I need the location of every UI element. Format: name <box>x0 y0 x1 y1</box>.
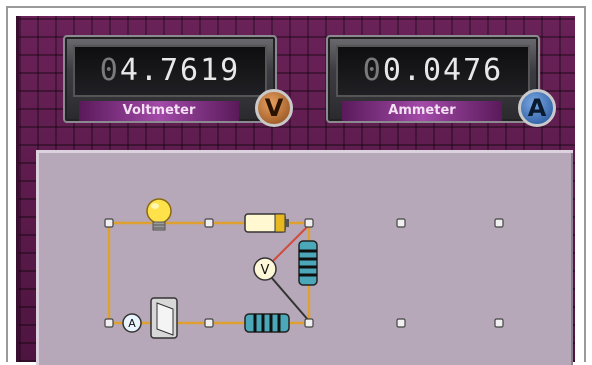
voltmeter-badge-icon: V <box>255 89 293 127</box>
voltmeter-panel: 04.7619 Voltmeter V <box>63 35 293 131</box>
terminal-post[interactable] <box>304 318 314 328</box>
voltmeter-label: Voltmeter <box>79 101 239 121</box>
terminal-post[interactable] <box>104 218 114 228</box>
ammeter-badge-icon: A <box>518 89 556 127</box>
light-bulb-icon[interactable] <box>146 198 172 231</box>
circuit-board[interactable]: V A <box>36 150 573 365</box>
circuit-diagram: V A <box>104 198 504 339</box>
inline-voltmeter-symbol: V <box>261 263 270 278</box>
wires <box>107 221 311 325</box>
terminal-post[interactable] <box>396 218 406 228</box>
switch-icon[interactable] <box>150 297 178 339</box>
terminal-post[interactable] <box>494 318 504 328</box>
terminal-post[interactable] <box>104 318 114 328</box>
terminal-post[interactable] <box>204 318 214 328</box>
inline-ammeter-symbol: A <box>128 317 136 330</box>
terminal-post[interactable] <box>396 318 406 328</box>
ammeter-display: 00.0476 <box>336 45 530 97</box>
terminal-post[interactable] <box>304 218 314 228</box>
battery-icon[interactable] <box>244 213 289 233</box>
ammeter-body: 00.0476 Ammeter <box>326 35 540 123</box>
terminal-post[interactable] <box>494 218 504 228</box>
voltmeter-display: 04.7619 <box>73 45 267 97</box>
inline-voltmeter-icon[interactable]: V <box>253 257 277 281</box>
voltmeter-reading: 4.7619 <box>119 53 241 88</box>
inline-ammeter-icon[interactable]: A <box>122 313 142 333</box>
ammeter-panel: 00.0476 Ammeter A <box>326 35 556 131</box>
ammeter-reading: 0.0476 <box>382 53 504 88</box>
ammeter-leading-digit: 0 <box>362 53 383 88</box>
resistor-vertical-icon[interactable] <box>298 240 318 286</box>
resistor-horizontal-icon[interactable] <box>244 313 290 333</box>
terminal-post[interactable] <box>204 218 214 228</box>
voltmeter-body: 04.7619 Voltmeter <box>63 35 277 123</box>
ammeter-label: Ammeter <box>342 101 502 121</box>
voltmeter-leading-digit: 0 <box>99 53 120 88</box>
